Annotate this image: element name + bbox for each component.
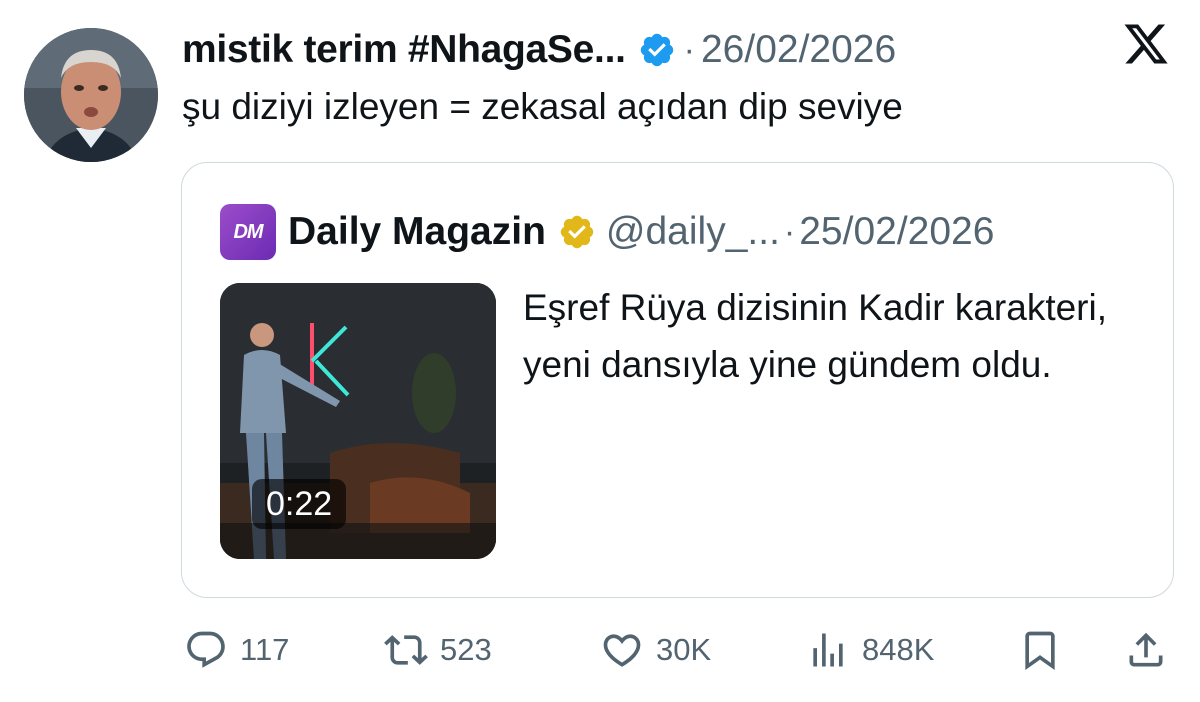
quote-avatar-logo: DM xyxy=(233,220,263,243)
views-button[interactable]: 848K xyxy=(806,626,934,674)
share-icon xyxy=(1129,632,1163,667)
action-bar: 117 523 30K 848K xyxy=(0,620,1200,680)
verified-badge-icon[interactable] xyxy=(638,31,676,69)
quoted-tweet-card[interactable]: DM Daily Magazin @daily_... · 25/02/2026 xyxy=(181,162,1174,598)
share-button[interactable] xyxy=(1124,626,1168,674)
quote-separator: · xyxy=(783,212,796,251)
retweet-icon xyxy=(384,635,428,665)
video-thumbnail[interactable]: 0:22 xyxy=(220,283,496,559)
header-separator: · xyxy=(683,30,695,69)
reply-count: 117 xyxy=(240,632,290,667)
video-duration: 0:22 xyxy=(252,479,347,529)
author-name[interactable]: mistik terim #NhagaSe... xyxy=(182,28,626,72)
author-avatar-image xyxy=(24,28,158,162)
retweet-count: 523 xyxy=(440,632,492,667)
like-button[interactable]: 30K xyxy=(600,626,711,674)
tweet-text: şu diziyi izleyen = zekasal açıdan dip s… xyxy=(182,86,903,127)
retweet-button[interactable]: 523 xyxy=(384,626,492,674)
quote-date[interactable]: 25/02/2026 xyxy=(799,210,994,254)
heart-icon xyxy=(603,634,641,667)
tweet-header: mistik terim #NhagaSe... · 26/02/2026 xyxy=(182,26,896,74)
bookmark-button[interactable] xyxy=(1018,626,1062,674)
quote-text: Eşref Rüya dizisinin Kadir karakteri, ye… xyxy=(523,287,1107,385)
tweet-date[interactable]: 26/02/2026 xyxy=(701,28,896,72)
quote-author-name[interactable]: Daily Magazin xyxy=(288,210,546,254)
verified-gold-badge-icon[interactable] xyxy=(558,213,596,251)
reply-icon xyxy=(187,631,225,668)
like-count: 30K xyxy=(656,632,712,667)
views-count: 848K xyxy=(862,632,935,667)
reply-button[interactable]: 117 xyxy=(184,626,289,674)
quote-handle[interactable]: @daily_... xyxy=(606,210,780,254)
bookmark-icon xyxy=(1025,631,1055,671)
views-icon xyxy=(813,633,843,667)
author-avatar[interactable] xyxy=(24,28,158,162)
x-logo-icon[interactable] xyxy=(1122,20,1170,68)
quote-avatar[interactable]: DM xyxy=(220,204,276,260)
quote-header: DM Daily Magazin @daily_... · 25/02/2026 xyxy=(220,204,994,260)
